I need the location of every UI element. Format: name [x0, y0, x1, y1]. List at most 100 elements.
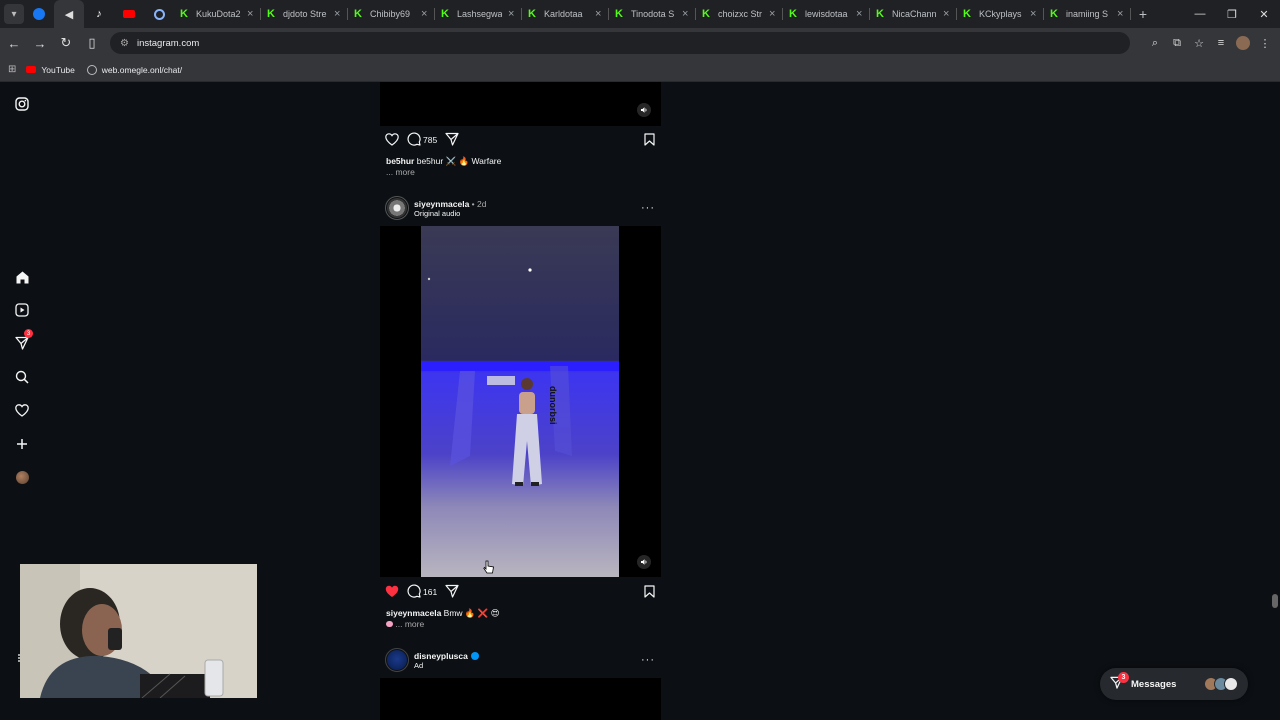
reload-button[interactable]: ↻: [54, 31, 78, 55]
restore-button[interactable]: ❐: [1216, 0, 1248, 28]
tab-kick-11[interactable]: Kinamiing S ×: [1044, 0, 1131, 28]
url-text: instagram.com: [136, 37, 200, 49]
browser-menu-icon[interactable]: ⋮: [1254, 32, 1276, 54]
conversation-avatars: [1204, 677, 1238, 691]
page-scrollbar[interactable]: [1270, 82, 1280, 720]
pinned-tab-youtube[interactable]: [114, 0, 144, 28]
tab-close-icon[interactable]: ×: [595, 8, 603, 20]
save-bookmark-icon[interactable]: [644, 584, 655, 600]
more-options-icon[interactable]: ···: [641, 202, 661, 214]
bookmark-label: web.omegle.onl/chat/: [101, 64, 183, 75]
back-button[interactable]: ←: [2, 31, 26, 55]
tab-close-icon[interactable]: ×: [1030, 8, 1038, 20]
tab-kick-9[interactable]: K NicaChann ×: [870, 0, 957, 28]
author-avatar[interactable]: [385, 196, 409, 220]
mouse-cursor-icon: [483, 560, 495, 579]
home-icon[interactable]: [12, 267, 32, 287]
tab-title: inamiing S: [1066, 9, 1109, 19]
install-app-icon[interactable]: ⧉: [1166, 32, 1188, 54]
pinned-tab-tiktok[interactable]: ♪: [84, 0, 114, 28]
media-control-icon[interactable]: ≡: [1210, 32, 1232, 54]
bookmark-label: YouTube: [41, 64, 75, 75]
kick-icon: K: [180, 8, 188, 20]
post-username[interactable]: disneyplusca: [414, 651, 468, 661]
scrollbar-thumb[interactable]: [1272, 594, 1278, 608]
dance-video-frame: dunorbsi: [421, 226, 619, 577]
like-heart-icon[interactable]: [385, 132, 399, 148]
caption-more-link[interactable]: ... more: [386, 619, 424, 629]
forward-button[interactable]: →: [28, 31, 52, 55]
notifications-heart-icon[interactable]: [12, 400, 32, 420]
tab-close-icon[interactable]: ×: [1117, 8, 1125, 20]
tab-kick-1[interactable]: K KukuDota2 ×: [174, 0, 261, 28]
site-info-icon[interactable]: ⚙: [120, 38, 129, 49]
caption-username[interactable]: be5hur: [386, 156, 414, 166]
author-avatar[interactable]: [385, 648, 409, 672]
bookmark-omegle[interactable]: web.omegle.onl/chat/: [86, 64, 183, 75]
comment-icon[interactable]: [407, 584, 421, 600]
post-header: siyeynmacela • 2d Original audio ···: [385, 196, 661, 220]
direct-messages-icon[interactable]: 3: [12, 329, 33, 353]
address-toolbar: ← → ↻ ▯ ⚙ instagram.com ⌕ ⧉ ☆ ≡ ⋮: [0, 28, 1280, 58]
save-bookmark-icon[interactable]: [644, 132, 655, 148]
caption-more-link[interactable]: ... more: [386, 167, 415, 177]
side-panel-button[interactable]: ▯: [80, 31, 104, 55]
mute-toggle-icon[interactable]: [637, 103, 651, 117]
share-icon[interactable]: [445, 132, 459, 148]
apps-grid-icon[interactable]: ⊞: [8, 64, 16, 75]
tab-kick-6[interactable]: K Tinodota S ×: [609, 0, 696, 28]
tab-close-icon[interactable]: ×: [682, 8, 690, 20]
brain-emoji-icon: [386, 621, 393, 627]
address-bar[interactable]: ⚙ instagram.com: [110, 32, 1130, 54]
zoom-icon[interactable]: ⌕: [1144, 32, 1166, 54]
tab-kick-3[interactable]: K Chibiby69 ×: [348, 0, 435, 28]
instagram-logo-icon[interactable]: [12, 94, 32, 114]
create-plus-icon[interactable]: [12, 434, 32, 454]
profile-avatar[interactable]: [1232, 32, 1254, 54]
pinned-tab-audio[interactable]: ◀: [54, 0, 84, 28]
caption-username[interactable]: siyeynmacela: [386, 608, 441, 618]
kick-icon: K: [963, 8, 971, 20]
globe-icon: [86, 64, 97, 75]
tab-kick-7[interactable]: Kchoizxc Str ×: [696, 0, 783, 28]
pinned-tab-facebook[interactable]: [24, 0, 54, 28]
more-options-icon[interactable]: ···: [641, 654, 661, 666]
tab-close-icon[interactable]: ×: [334, 8, 342, 20]
messages-button[interactable]: 3 Messages: [1100, 668, 1248, 700]
avatar: [1224, 677, 1238, 691]
tab-title: djdoto Stre: [283, 9, 327, 19]
tab-close-icon[interactable]: ×: [508, 8, 516, 20]
post-video[interactable]: [380, 82, 661, 126]
tab-close-icon[interactable]: ×: [247, 8, 255, 20]
tab-kick-2[interactable]: Kdjdoto Stre ×: [261, 0, 348, 28]
ad-video[interactable]: [380, 678, 661, 720]
tab-close-icon[interactable]: ×: [943, 8, 951, 20]
audio-label[interactable]: Original audio: [414, 209, 486, 218]
verified-badge-icon: [470, 651, 479, 660]
share-icon[interactable]: [445, 584, 459, 600]
mute-toggle-icon[interactable]: [637, 555, 651, 569]
bookmark-youtube[interactable]: YouTube: [26, 64, 75, 75]
profile-avatar[interactable]: [12, 467, 32, 487]
comment-icon[interactable]: [407, 132, 421, 148]
post-video[interactable]: dunorbsi: [380, 226, 661, 577]
close-window-button[interactable]: ✕: [1248, 0, 1280, 28]
new-tab-button[interactable]: +: [1131, 6, 1155, 22]
tab-kick-8[interactable]: Klewisdotaa ×: [783, 0, 870, 28]
search-icon[interactable]: [12, 367, 32, 387]
pinned-tab-site[interactable]: [144, 0, 174, 28]
tab-kick-4[interactable]: K Lashsegwa ×: [435, 0, 522, 28]
post-username[interactable]: siyeynmacela: [414, 199, 469, 209]
tab-search-button[interactable]: ▾: [4, 4, 24, 24]
tab-title: Tinodota S: [631, 9, 675, 19]
minimize-button[interactable]: —: [1184, 0, 1216, 28]
tab-kick-10[interactable]: K KCkyplays ×: [957, 0, 1044, 28]
tab-close-icon[interactable]: ×: [856, 8, 864, 20]
reels-icon[interactable]: [12, 300, 32, 320]
tab-close-icon[interactable]: ×: [421, 8, 429, 20]
youtube-icon: [26, 66, 37, 73]
bookmark-star-icon[interactable]: ☆: [1188, 32, 1210, 54]
liked-heart-icon[interactable]: [385, 585, 399, 600]
tab-kick-5[interactable]: K Karldotaa ×: [522, 0, 609, 28]
tab-close-icon[interactable]: ×: [769, 8, 777, 20]
